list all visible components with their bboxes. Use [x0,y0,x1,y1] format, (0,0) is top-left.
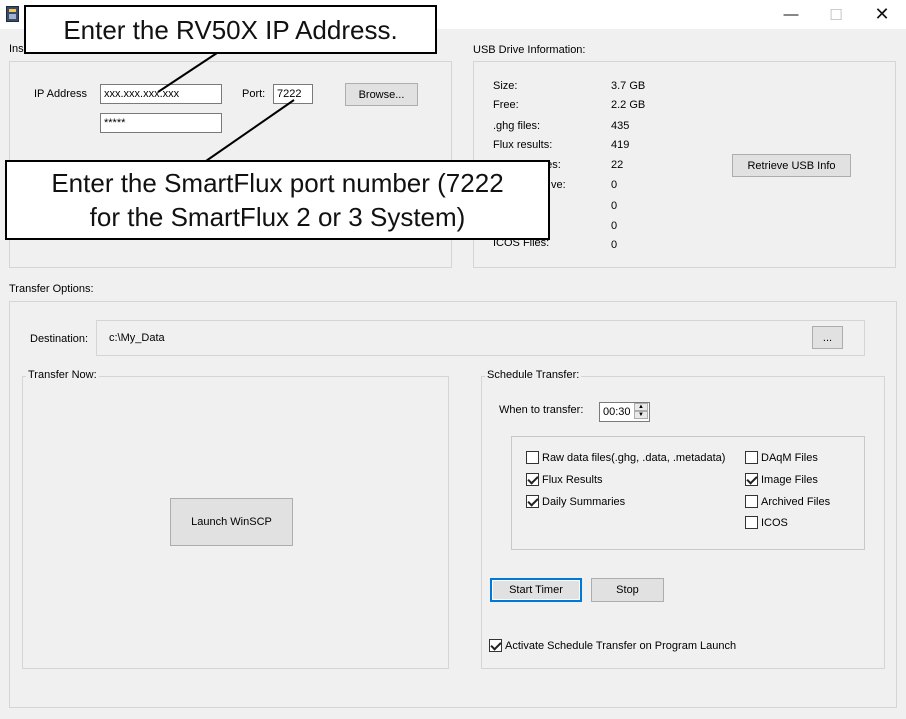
ip-callout: Enter the RV50X IP Address. [24,5,437,54]
ip-callout-leader [157,52,218,93]
ip-callout-text: Enter the RV50X IP Address. [63,14,398,45]
callout-leader-lines [157,52,295,162]
port-callout-line1: Enter the SmartFlux port number (7222 [51,168,504,198]
port-callout-line2: for the SmartFlux 2 or 3 System) [89,202,466,232]
port-callout-leader [205,99,295,162]
port-callout: Enter the SmartFlux port number (7222 fo… [5,160,550,240]
